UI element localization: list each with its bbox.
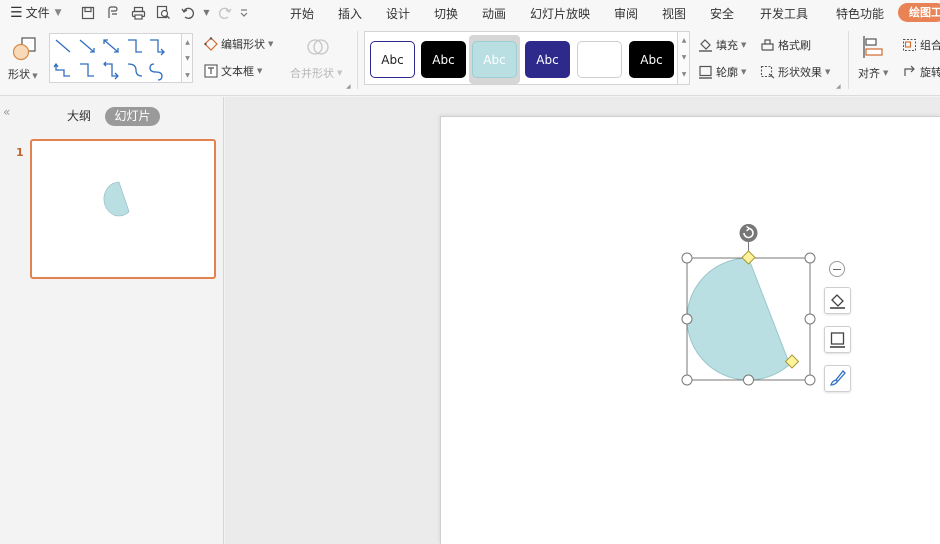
style-gallery-scroll[interactable]: ▲ ▼ ▼ bbox=[678, 31, 690, 85]
style-swatch-4[interactable]: Abc bbox=[525, 41, 570, 78]
brush-icon bbox=[830, 370, 846, 386]
slide-number: 1 bbox=[16, 146, 24, 159]
outline-button[interactable]: 轮廓 ▼ bbox=[698, 64, 746, 80]
text-box-label: 文本框 bbox=[221, 65, 254, 78]
rotate-handle[interactable] bbox=[739, 224, 758, 242]
outline-label: 轮廓 bbox=[716, 66, 738, 79]
redo-icon bbox=[213, 2, 238, 24]
fill-bucket-icon bbox=[830, 294, 845, 309]
group-label: 组合 bbox=[920, 39, 940, 52]
line-shape-icons bbox=[53, 39, 165, 81]
tab-review[interactable]: 审阅 bbox=[614, 5, 638, 22]
group-button[interactable]: 组合 bbox=[902, 37, 940, 53]
tab-slideshow[interactable]: 幻灯片放映 bbox=[530, 5, 590, 22]
dialog-launcher-icon[interactable]: ◢ bbox=[836, 83, 841, 90]
text-box-icon bbox=[204, 64, 218, 78]
style-expand-icon[interactable]: ▼ bbox=[678, 71, 690, 78]
tab-insert[interactable]: 插入 bbox=[338, 5, 362, 22]
file-menu[interactable]: ☰ 文件 ▼ bbox=[10, 0, 62, 25]
fill-bucket-icon bbox=[699, 39, 712, 52]
line-shape-gallery[interactable] bbox=[49, 33, 182, 83]
style-swatch-2[interactable]: Abc bbox=[421, 41, 466, 78]
fill-button[interactable]: 填充 ▼ bbox=[698, 37, 746, 53]
edit-shape-icon bbox=[204, 37, 218, 51]
tab-home[interactable]: 开始 bbox=[290, 5, 314, 22]
text-box-button[interactable]: 文本框 ▼ bbox=[204, 63, 262, 79]
style-down-icon[interactable]: ▼ bbox=[678, 54, 690, 61]
export-pdf-icon[interactable] bbox=[101, 2, 126, 24]
tab-security[interactable]: 安全 bbox=[710, 5, 734, 22]
shape-label: 形状 ▼ bbox=[8, 68, 38, 81]
slide-panel: « 大纲 幻灯片 1 bbox=[0, 97, 224, 544]
group-icon bbox=[903, 39, 916, 51]
tab-design[interactable]: 设计 bbox=[386, 5, 410, 22]
style-swatch-3[interactable]: Abc bbox=[472, 41, 517, 78]
align-label: 对齐 bbox=[858, 67, 880, 80]
shape-effect-label: 形状效果 bbox=[778, 66, 822, 79]
rotate-label: 旋转 bbox=[920, 66, 940, 79]
collapse-panel-icon[interactable]: « bbox=[3, 105, 10, 119]
style-swatch-5[interactable] bbox=[577, 41, 622, 78]
gallery-up-icon[interactable]: ▲ bbox=[182, 34, 193, 50]
format-painter-button[interactable]: 格式刷 bbox=[760, 37, 811, 53]
customize-toolbar-icon[interactable] bbox=[238, 2, 250, 24]
tab-drawing-tools[interactable]: 绘图工具 bbox=[898, 3, 940, 22]
print-preview-icon[interactable] bbox=[151, 2, 176, 24]
divider bbox=[848, 31, 849, 89]
chevron-down-icon: ▼ bbox=[54, 7, 62, 18]
float-outline-button[interactable] bbox=[824, 326, 851, 353]
float-style-button[interactable] bbox=[824, 365, 851, 392]
line-gallery-scroll[interactable]: ▲ ▼ ▼ bbox=[182, 33, 193, 83]
merge-shape-label: 合并形状 bbox=[290, 67, 334, 80]
chord-shape[interactable] bbox=[686, 257, 791, 381]
align-icon bbox=[862, 35, 884, 62]
tab-features[interactable]: 特色功能 bbox=[836, 5, 884, 22]
print-icon[interactable] bbox=[126, 2, 151, 24]
rotate-button[interactable]: 旋转 bbox=[902, 64, 940, 80]
tab-slides[interactable]: 幻灯片 bbox=[105, 107, 160, 126]
format-painter-icon bbox=[761, 39, 774, 51]
gallery-down-icon[interactable]: ▼ bbox=[182, 50, 193, 66]
tab-view[interactable]: 视图 bbox=[662, 5, 686, 22]
shape-style-gallery[interactable]: Abc Abc Abc Abc Abc bbox=[364, 31, 678, 85]
tab-transition[interactable]: 切换 bbox=[434, 5, 458, 22]
style-swatch-1[interactable]: Abc bbox=[370, 41, 415, 78]
ribbon: 形状 ▼ ▲ ▼ ▼ 编辑形状 ▼ 文本框 ▼ 合并形状 ▼ ◢ Abc Abc… bbox=[0, 25, 940, 96]
tab-developer[interactable]: 开发工具 bbox=[760, 5, 808, 22]
gallery-expand-icon[interactable]: ▼ bbox=[182, 67, 193, 83]
outline-icon bbox=[830, 332, 845, 348]
fill-label: 填充 bbox=[716, 39, 738, 52]
quick-access-toolbar: ▼ bbox=[76, 2, 250, 24]
format-painter-label: 格式刷 bbox=[778, 39, 811, 52]
dialog-launcher-icon[interactable]: ◢ bbox=[346, 83, 351, 90]
outline-icon bbox=[699, 65, 712, 79]
tab-outline[interactable]: 大纲 bbox=[67, 107, 91, 124]
merge-shape-button: 合并形状 ▼ bbox=[290, 67, 343, 80]
tab-animation[interactable]: 动画 bbox=[482, 5, 506, 22]
edit-shape-label: 编辑形状 bbox=[221, 38, 265, 51]
hamburger-icon: ☰ bbox=[10, 4, 23, 21]
style-swatch-6[interactable]: Abc bbox=[629, 41, 674, 78]
shape-effect-icon bbox=[760, 65, 775, 79]
style-up-icon[interactable]: ▲ bbox=[678, 37, 690, 44]
shape-button[interactable]: 形状 ▼ bbox=[8, 37, 40, 89]
save-icon[interactable] bbox=[76, 2, 101, 24]
shape-icon bbox=[12, 37, 36, 61]
thumbnail-shape bbox=[103, 181, 130, 217]
file-menu-label: 文件 bbox=[25, 6, 50, 20]
undo-dropdown-icon[interactable]: ▼ bbox=[201, 2, 213, 24]
slide-thumbnail[interactable] bbox=[30, 139, 216, 279]
collapse-float-toolbar-icon[interactable] bbox=[829, 261, 845, 277]
divider bbox=[357, 31, 358, 89]
align-button[interactable]: 对齐 ▼ bbox=[858, 65, 888, 81]
edit-shape-button[interactable]: 编辑形状 ▼ bbox=[204, 36, 273, 52]
undo-icon[interactable] bbox=[176, 2, 201, 24]
rotate-icon bbox=[904, 65, 915, 76]
merge-shape-icon bbox=[306, 35, 330, 62]
float-fill-button[interactable] bbox=[824, 287, 851, 314]
shape-effect-button[interactable]: 形状效果 ▼ bbox=[760, 64, 830, 80]
